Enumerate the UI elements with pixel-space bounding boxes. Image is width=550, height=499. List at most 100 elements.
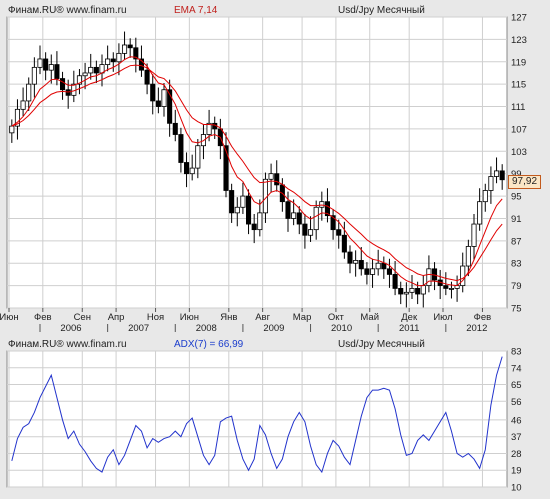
candle-body [122, 44, 128, 54]
adx-y-tick-label: 74 [511, 363, 522, 374]
candle-body [48, 64, 54, 71]
candle-body [189, 167, 195, 175]
price-y-tick-label: 111 [511, 102, 525, 113]
x-month-label: Фев [474, 312, 492, 323]
candle-body [494, 170, 500, 177]
x-year-label: 2011 [399, 323, 419, 334]
candle-body [195, 145, 201, 169]
adx-y-tick-label: 46 [511, 415, 522, 426]
candle-body [358, 260, 364, 270]
candle-body [246, 195, 252, 225]
candle-body [127, 44, 133, 49]
candle-body [88, 66, 94, 74]
price-y-tick-label: 103 [511, 147, 527, 158]
candle-body [274, 173, 280, 186]
candle-body [105, 58, 111, 65]
candle-body [9, 125, 15, 134]
price-y-tick-label: 127 [511, 13, 527, 24]
candle-body [448, 288, 454, 290]
candle-body [482, 190, 488, 203]
candle-body [31, 66, 37, 85]
candle-body [110, 58, 116, 63]
x-year-label: 2012 [466, 323, 487, 334]
candle-body [178, 134, 184, 163]
candle-body [291, 212, 297, 219]
x-month-label: Мар [293, 312, 312, 323]
x-month-label: Май [360, 312, 379, 323]
candle-body [93, 66, 99, 74]
candle-body [223, 145, 229, 191]
x-month-label: Апр [108, 312, 125, 323]
candle-body [465, 246, 471, 267]
adx-y-tick-label: 56 [511, 397, 522, 408]
candle-body [426, 268, 432, 287]
candle-body [229, 190, 235, 214]
candle-body [285, 201, 291, 219]
candle-body [488, 176, 494, 191]
candle-body [477, 201, 483, 225]
candle-body [319, 201, 325, 208]
candle-body [308, 229, 314, 236]
price-y-tick-label: 95 [511, 192, 522, 203]
adx-y-tick-label: 19 [511, 466, 522, 477]
x-year-label: 2010 [331, 323, 352, 334]
x-month-label: Сен [74, 312, 91, 323]
candle-body [43, 58, 49, 71]
candle-body [251, 223, 257, 231]
candle-body [392, 274, 398, 289]
candle-body [60, 78, 66, 91]
x-year-label: 2007 [128, 323, 149, 334]
candle-body [240, 195, 246, 208]
x-month-label: Дек [401, 312, 418, 323]
candle-body [347, 251, 353, 264]
x-month-label: Июн [0, 312, 19, 323]
candle-body [161, 89, 167, 107]
x-month-label: Авг [255, 312, 270, 323]
price-y-tick-label: 107 [511, 124, 527, 135]
price-y-tick-label: 75 [511, 304, 522, 315]
x-month-label: Фев [34, 312, 52, 323]
candle-body [403, 291, 409, 295]
price-y-tick-label: 91 [511, 214, 522, 225]
candle-body [296, 212, 302, 225]
candle-body [375, 262, 381, 270]
candle-body [150, 83, 156, 102]
adx-y-tick-label: 37 [511, 432, 522, 443]
candle-body [37, 58, 43, 68]
price-y-tick-label: 83 [511, 259, 522, 270]
candle-body [386, 268, 392, 275]
adx-y-tick-label: 28 [511, 449, 522, 460]
candle-body [116, 52, 122, 63]
price-y-tick-label: 115 [511, 80, 526, 91]
chart-canvas: 7579838791959910310711111511912312710192… [0, 13, 527, 494]
x-month-label: Янв [220, 312, 237, 323]
candle-body [20, 100, 26, 110]
candle-body [415, 288, 421, 295]
x-year-label: 2009 [263, 323, 284, 334]
candle-body [155, 100, 161, 107]
candle-body [54, 64, 60, 79]
candle-body [184, 162, 190, 175]
x-year-label: 2008 [196, 323, 217, 334]
adx-y-tick-label: 83 [511, 347, 522, 358]
candle-body [443, 285, 449, 289]
candle-body [381, 262, 387, 270]
candle-body [26, 83, 32, 102]
candle-body [409, 288, 415, 293]
candle-body [341, 234, 347, 253]
candle-body [82, 72, 88, 77]
adx-y-tick-label: 10 [511, 483, 522, 494]
x-axis-ticks: Июн Фев Сен Апр Ноя Июн Янв Авг Мар Окт Май Дек Июл Ф… [0, 308, 491, 334]
candle-body [234, 206, 240, 214]
candle-body [302, 223, 308, 236]
y-axis-ticks: 7579838791959910310711111511912312710192… [511, 13, 527, 494]
x-month-label: Июн [180, 312, 199, 323]
price-y-tick-label: 123 [511, 35, 527, 46]
candle-body [336, 229, 342, 236]
candle-body [460, 265, 466, 287]
candle-body [65, 89, 71, 96]
candle-body [471, 223, 477, 247]
x-month-label: Июл [433, 312, 452, 323]
candle-body [370, 268, 376, 275]
candle-body [353, 260, 359, 264]
